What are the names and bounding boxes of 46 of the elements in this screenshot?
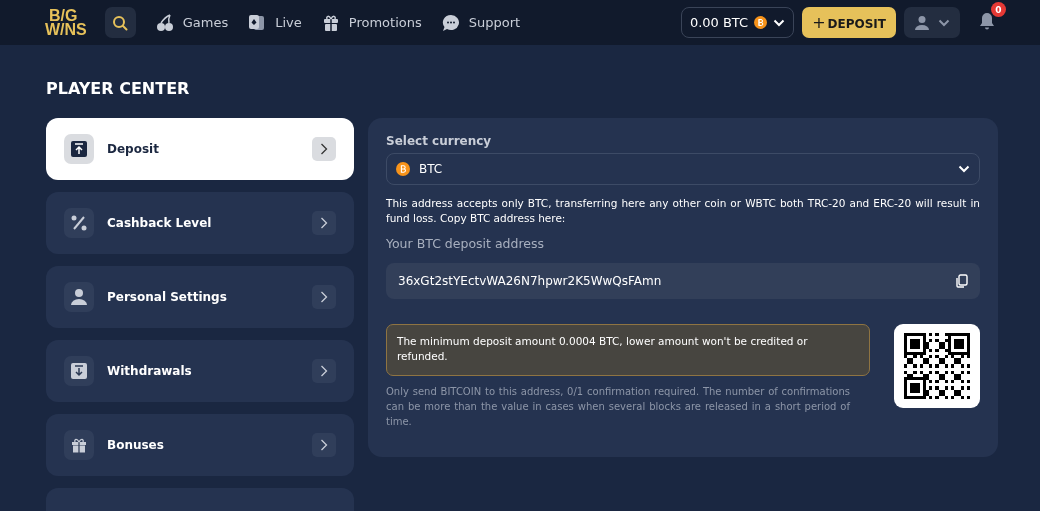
chevron-right-icon <box>312 359 336 383</box>
chevron-right-icon <box>312 433 336 457</box>
download-icon <box>71 363 87 379</box>
chevron-down-icon <box>958 165 970 173</box>
sidebar-item[interactable]: Cashback Level <box>46 192 354 254</box>
gift-icon <box>321 13 340 32</box>
user-icon <box>70 288 88 306</box>
user-icon <box>914 14 930 31</box>
bitcoin-icon <box>396 162 410 176</box>
sidebar-item[interactable]: Bonuses <box>46 414 354 476</box>
copy-icon[interactable] <box>955 274 968 288</box>
sidebar-item[interactable]: Deposit <box>46 118 354 180</box>
upload-icon <box>71 141 87 157</box>
sidebar-item[interactable]: Personal Settings <box>46 266 354 328</box>
currency-select[interactable]: BTC <box>386 153 980 185</box>
bell-icon <box>978 12 996 30</box>
chat-bubble-icon <box>441 13 460 32</box>
field-label: Your BTC deposit address <box>386 236 545 251</box>
cherries-icon <box>155 13 174 32</box>
address-field[interactable]: 36xGt2stYEctvWA26N7hpwr2K5WwQsFAmn <box>386 263 980 299</box>
logo[interactable]: B/G W/NS <box>45 8 87 37</box>
chevron-right-icon <box>312 211 336 235</box>
chevron-right-icon <box>312 285 336 309</box>
search-button[interactable] <box>104 7 136 38</box>
percent-icon <box>70 214 88 232</box>
warning-text: This address accepts only BTC, transferring here any other coin or WBTC both TRC-20 and ERC-20 will result in fund loss. Copy BTC address here: <box>386 196 980 226</box>
balance-dropdown[interactable]: 0.00 BTC <box>680 7 795 38</box>
field-label: Select currency <box>386 134 493 148</box>
bitcoin-icon <box>754 16 768 29</box>
nav-link[interactable]: Games <box>155 13 229 32</box>
search-icon <box>112 14 129 31</box>
nav-link[interactable]: Promotions <box>321 13 422 32</box>
nav-link[interactable]: Support <box>441 13 521 32</box>
minimum-deposit-notice: The minimum deposit amount 0.0004 BTC, lower amount won't be credited or refunded. <box>386 324 870 376</box>
chevron-down-icon <box>938 18 950 27</box>
chevron-down-icon <box>773 18 786 27</box>
chevron-right-icon <box>312 137 336 161</box>
sidebar-item[interactable]: Withdrawals <box>46 340 354 402</box>
page-title: PLAYER CENTER <box>46 79 191 98</box>
account-menu-button[interactable] <box>904 7 960 38</box>
playing-cards-icon <box>248 13 267 32</box>
notification-count: 0 <box>991 2 1006 17</box>
nav-link[interactable]: Live <box>248 13 302 32</box>
deposit-button[interactable]: +DEPOSIT <box>802 7 896 38</box>
info-text: Only send BITCOIN to this address, 0/1 confirmation required. The number of confirmations can be more than the value in cases when several blocks are released in a short period of time. <box>386 385 852 429</box>
gift-icon <box>71 437 87 453</box>
